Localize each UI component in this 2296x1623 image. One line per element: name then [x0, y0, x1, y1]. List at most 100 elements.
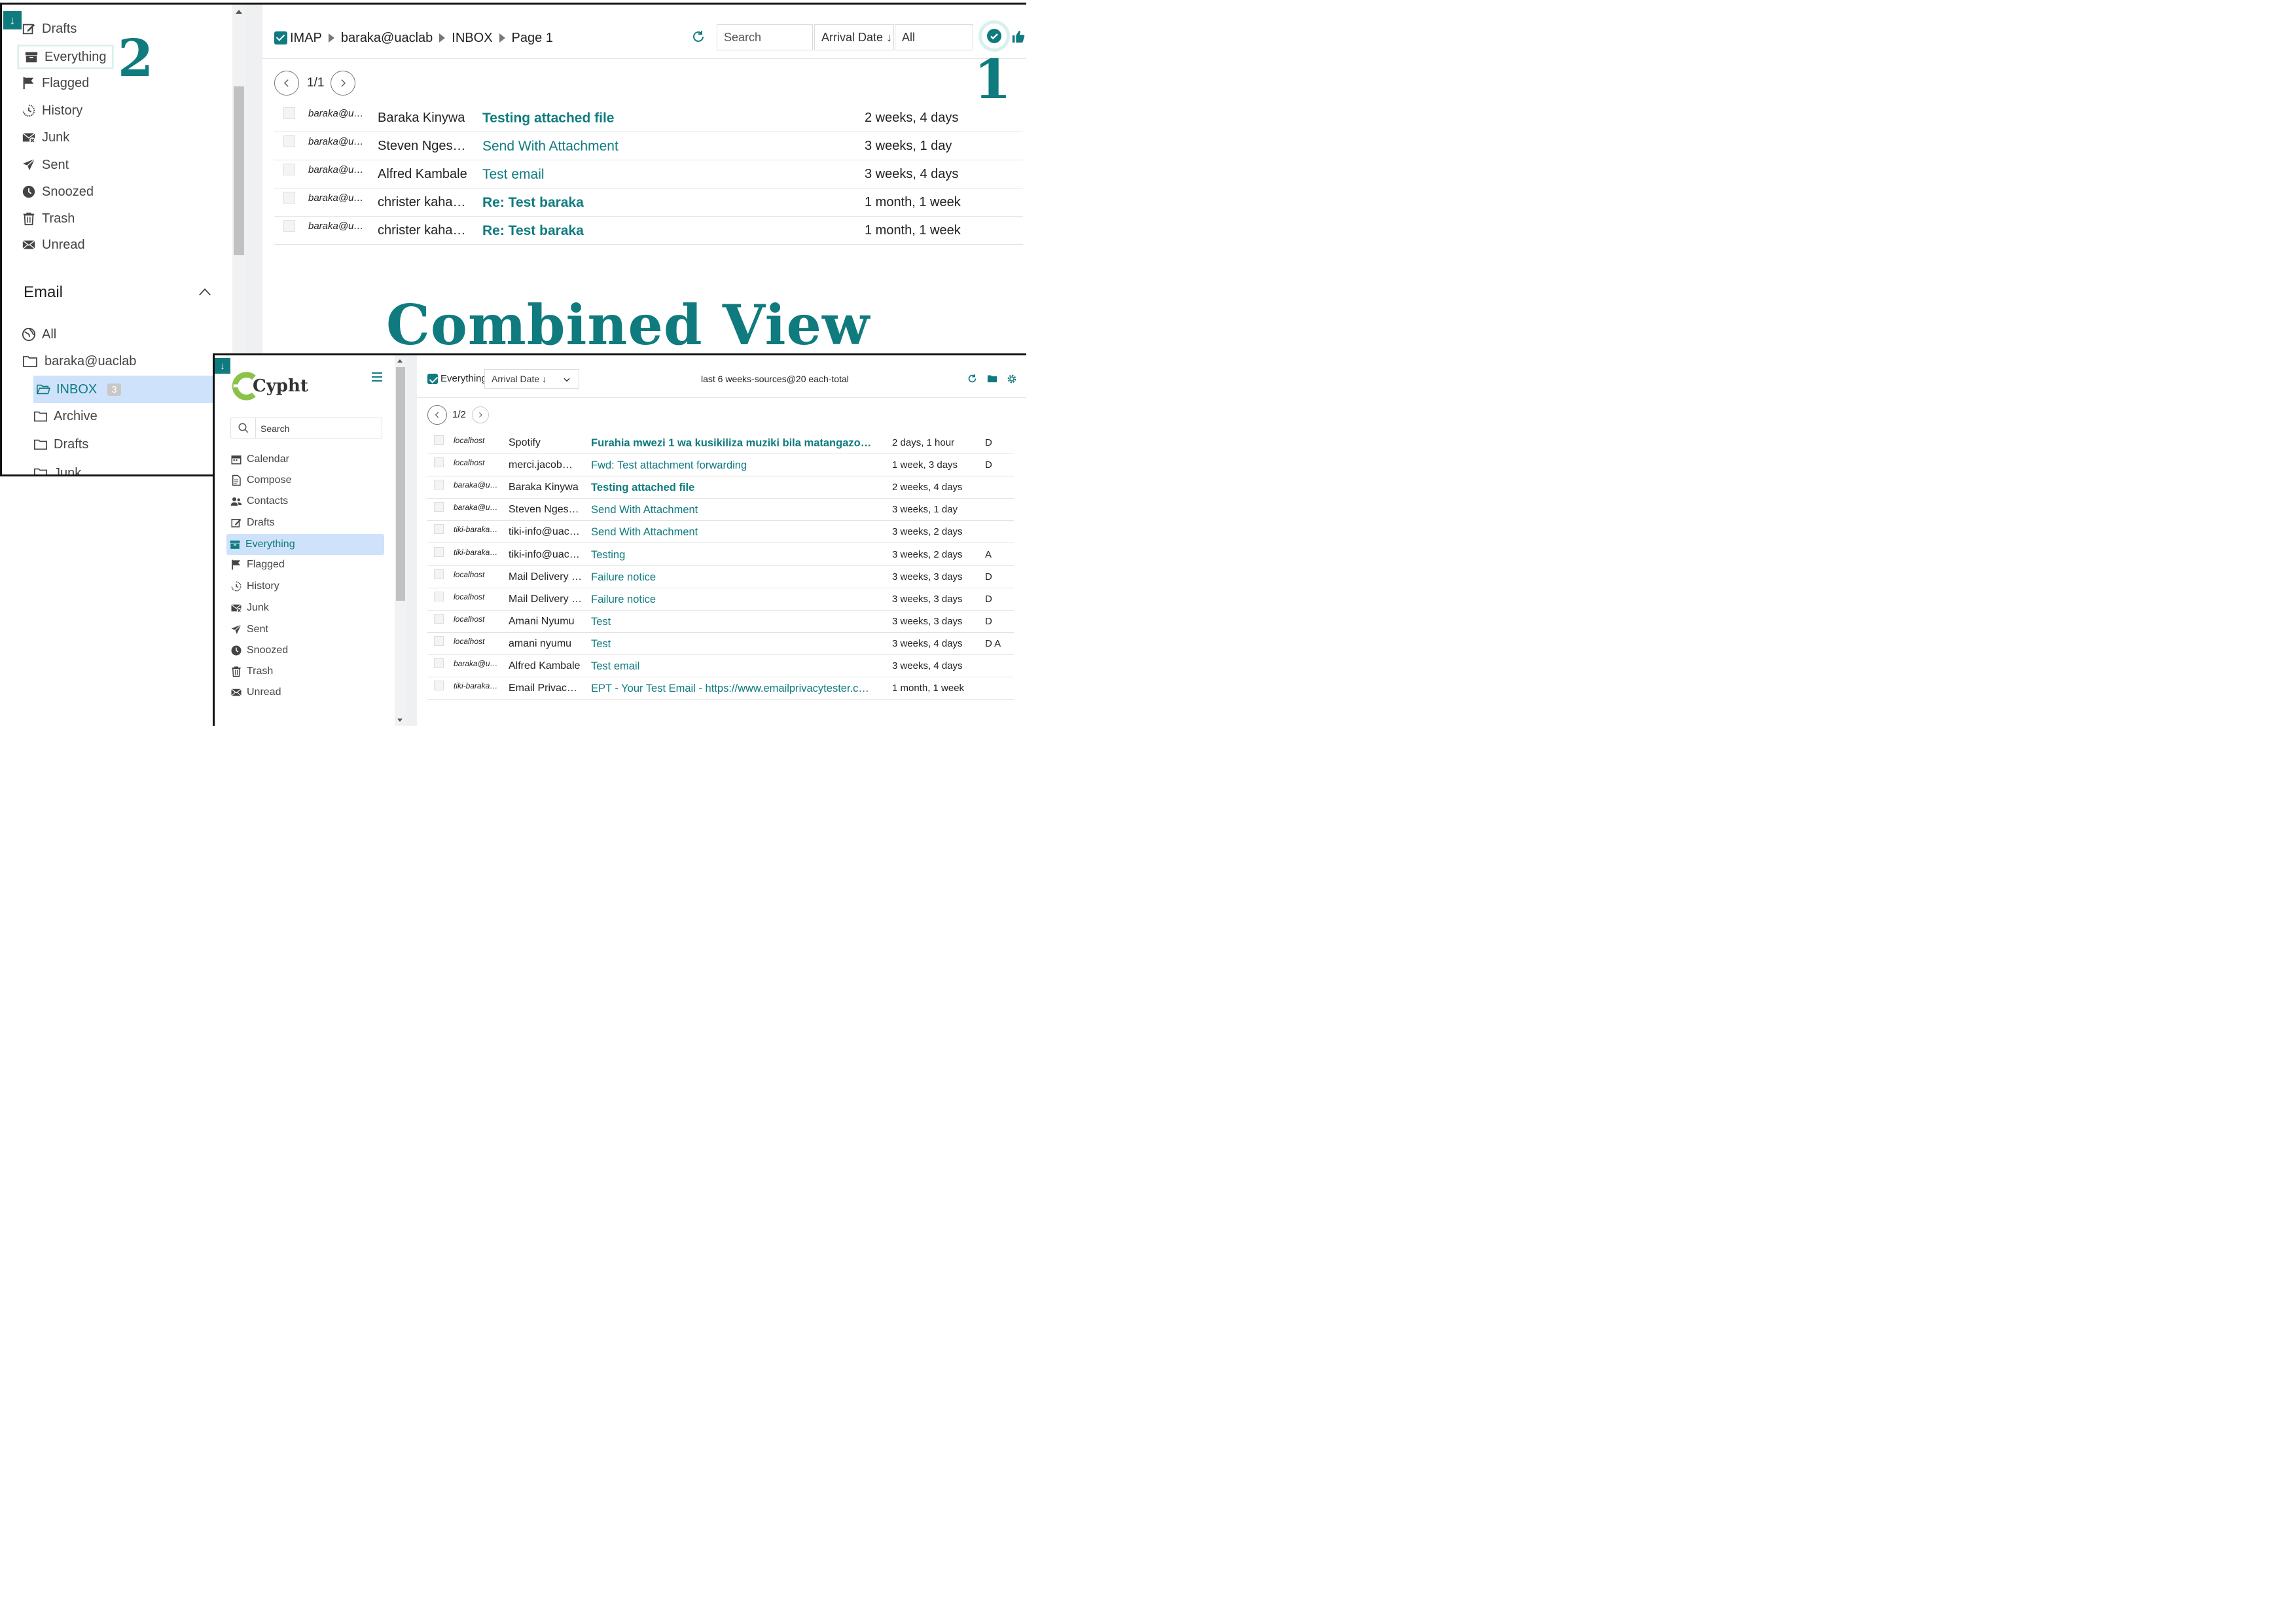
row-checkbox[interactable] — [283, 135, 295, 147]
table-row[interactable]: localhost merci.jacob@… Fwd: Test attach… — [427, 454, 1014, 477]
row-checkbox[interactable] — [434, 569, 444, 579]
row-checkbox[interactable] — [434, 681, 444, 691]
prev-page-button[interactable] — [427, 405, 447, 425]
row-checkbox[interactable] — [283, 192, 295, 204]
row-subject[interactable]: Test email — [482, 167, 545, 183]
search-input[interactable]: Search — [717, 24, 813, 50]
bottom-sidebar-scrollbar[interactable] — [395, 355, 406, 726]
account-baraka[interactable]: baraka@uaclab — [22, 351, 136, 372]
table-row[interactable]: localhost Mail Delivery … Failure notice… — [427, 566, 1014, 588]
row-checkbox[interactable] — [283, 164, 295, 175]
table-row[interactable]: localhost amani nyumu Test 3 weeks, 4 da… — [427, 633, 1014, 655]
row-subject[interactable]: Furahia mwezi 1 wa kusikiliza muziki bil… — [591, 437, 883, 450]
row-checkbox[interactable] — [434, 502, 444, 512]
row-subject[interactable]: EPT - Your Test Email - https://www.emai… — [591, 683, 883, 695]
next-page-button[interactable] — [331, 71, 355, 96]
sidebar-item-snoozed[interactable]: Snoozed — [228, 641, 288, 660]
folder-inbox[interactable]: INBOX 3 — [33, 376, 214, 403]
breadcrumb-imap[interactable]: IMAP — [290, 31, 322, 46]
row-checkbox[interactable] — [434, 457, 444, 468]
select-all-checkbox[interactable] — [274, 31, 287, 45]
folder-archive[interactable]: Archive — [33, 406, 98, 427]
prev-page-button[interactable] — [274, 71, 299, 96]
sidebar-item-sent[interactable]: Sent — [22, 154, 69, 175]
sidebar-item-unread[interactable]: Unread — [228, 683, 281, 702]
table-row[interactable]: localhost Mail Delivery … Failure notice… — [427, 588, 1014, 611]
row-subject[interactable]: Testing attached file — [591, 482, 883, 494]
sidebar-item-everything[interactable]: Everything — [18, 45, 113, 69]
row-checkbox[interactable] — [434, 635, 444, 646]
sidebar-item-trash[interactable]: Trash — [22, 208, 75, 229]
breadcrumb-folder[interactable]: INBOX — [452, 31, 492, 46]
row-subject[interactable]: Test — [591, 616, 883, 628]
hamburger-menu-icon[interactable] — [372, 372, 382, 382]
table-row[interactable]: tiki-baraka… tiki-info@uacl… Testing 3 w… — [427, 544, 1014, 566]
row-subject[interactable]: Send With Attachment — [482, 139, 619, 154]
row-checkbox[interactable] — [434, 658, 444, 668]
row-subject[interactable]: Fwd: Test attachment forwarding — [591, 459, 883, 472]
check-circle-button[interactable] — [978, 20, 1010, 52]
table-row[interactable]: baraka@u… christer kaha… Re: Test baraka… — [274, 188, 1023, 217]
sidebar-item-snoozed[interactable]: Snoozed — [22, 181, 94, 202]
sidebar-item-junk[interactable]: Junk — [228, 598, 269, 618]
table-row[interactable]: baraka@u… Alfred Kambale Test email 3 we… — [274, 160, 1023, 188]
refresh-icon[interactable] — [691, 29, 706, 45]
row-subject[interactable]: Test email — [591, 660, 883, 673]
table-row[interactable]: baraka@u… Baraka Kinywa Testing attached… — [274, 104, 1023, 132]
sort-select[interactable]: Arrival Date ↓ — [814, 24, 894, 50]
row-subject[interactable]: Re: Test baraka — [482, 223, 584, 239]
table-row[interactable]: localhost Amani Nyumu Test 3 weeks, 3 da… — [427, 611, 1014, 633]
folder-junk[interactable]: Junk — [33, 463, 81, 474]
folder-drafts[interactable]: Drafts — [33, 434, 88, 455]
table-row[interactable]: localhost Spotify Furahia mwezi 1 wa kus… — [427, 432, 1014, 454]
sidebar-item-history[interactable]: History — [22, 100, 82, 121]
row-checkbox[interactable] — [434, 435, 444, 445]
table-row[interactable]: tiki-baraka… Email Privacy… EPT - Your T… — [427, 677, 1014, 700]
sidebar-item-flagged[interactable]: Flagged — [228, 555, 285, 575]
row-subject[interactable]: Testing — [591, 549, 883, 562]
sidebar-item-sent[interactable]: Sent — [228, 620, 268, 639]
table-row[interactable]: baraka@u… Baraka Kinywa Testing attached… — [427, 476, 1014, 499]
filter-select[interactable]: All — [895, 24, 973, 50]
chevron-up-icon[interactable] — [198, 287, 211, 296]
sidebar-item-contacts[interactable]: Contacts — [228, 491, 288, 511]
table-row[interactable]: baraka@u… Steven Nges… Send With Attachm… — [274, 132, 1023, 160]
sidebar-item-drafts[interactable]: Drafts — [228, 513, 275, 533]
sidebar-item-flagged[interactable]: Flagged — [22, 73, 89, 94]
row-subject[interactable]: Send With Attachment — [591, 526, 883, 539]
breadcrumb-account[interactable]: baraka@uaclab — [341, 31, 433, 46]
row-subject[interactable]: Testing attached file — [482, 111, 614, 126]
row-checkbox[interactable] — [283, 107, 295, 119]
select-all-checkbox[interactable] — [427, 373, 438, 384]
row-subject[interactable]: Failure notice — [591, 594, 883, 606]
row-checkbox[interactable] — [434, 524, 444, 535]
row-subject[interactable]: Send With Attachment — [591, 504, 883, 516]
folder-icon[interactable] — [986, 373, 998, 384]
table-row[interactable]: tiki-baraka… tiki-info@uacl… Send With A… — [427, 521, 1014, 544]
sidebar-item-junk[interactable]: Junk — [22, 127, 69, 148]
table-row[interactable]: baraka@u… christer kaha… Re: Test baraka… — [274, 217, 1023, 245]
row-checkbox[interactable] — [434, 591, 444, 601]
email-all[interactable]: All — [22, 324, 56, 345]
sidebar-item-everything[interactable]: Everything — [226, 534, 384, 555]
sidebar-item-compose[interactable]: Compose — [228, 471, 291, 490]
sidebar-item-calendar[interactable]: Calendar — [228, 450, 289, 469]
next-page-button[interactable] — [472, 406, 489, 423]
row-subject[interactable]: Re: Test baraka — [482, 195, 584, 211]
thumbs-up-icon[interactable] — [1011, 29, 1026, 44]
row-checkbox[interactable] — [283, 220, 295, 232]
gear-icon[interactable] — [1006, 373, 1018, 385]
row-subject[interactable]: Failure notice — [591, 571, 883, 584]
sort-select[interactable]: Arrival Date ↓ — [484, 369, 579, 389]
sidebar-item-history[interactable]: History — [228, 577, 279, 596]
sidebar-search-input[interactable]: Search — [230, 418, 382, 438]
sidebar-item-drafts[interactable]: Drafts — [22, 18, 77, 39]
scrollbar-thumb[interactable] — [396, 367, 405, 601]
row-checkbox[interactable] — [434, 480, 444, 490]
row-subject[interactable]: Test — [591, 638, 883, 651]
sidebar-item-trash[interactable]: Trash — [228, 662, 273, 681]
table-row[interactable]: baraka@u… Alfred Kambale Test email 3 we… — [427, 655, 1014, 677]
sidebar-item-unread[interactable]: Unread — [22, 234, 85, 255]
row-checkbox[interactable] — [434, 546, 444, 557]
table-row[interactable]: baraka@u… Steven Nges… Send With Attachm… — [427, 499, 1014, 522]
